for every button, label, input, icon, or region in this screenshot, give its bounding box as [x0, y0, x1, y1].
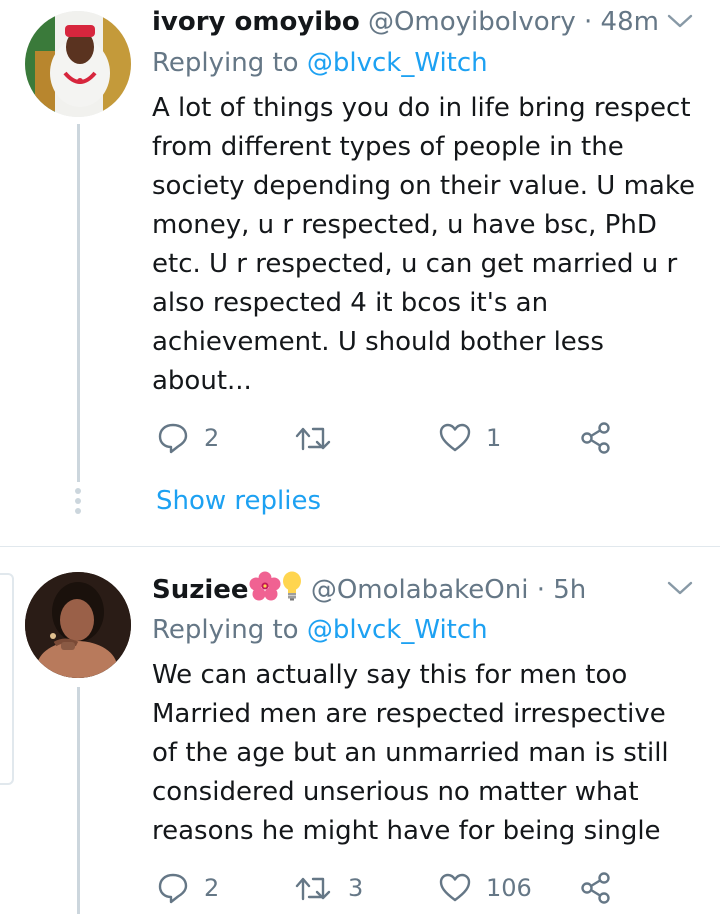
- tweet-text-line: reasons he might have for being single: [152, 816, 661, 846]
- tweet-actions: 2 1: [156, 418, 626, 458]
- retweet-icon: [295, 427, 331, 451]
- chevron-down-icon[interactable]: [666, 578, 694, 598]
- tweet-text-line: A lot of things you do in life bring res…: [152, 93, 691, 123]
- separator-dot: ·: [584, 7, 593, 37]
- hibiscus-icon: [249, 571, 281, 610]
- tweet-text-line: achievement. U should bother less: [152, 327, 604, 357]
- replying-to: Replying to @blvck_Witch: [152, 613, 488, 647]
- timestamp[interactable]: 48m: [601, 7, 659, 37]
- like-count: 106: [486, 874, 532, 902]
- tweet-text-line: Married men are respected irrespective: [152, 699, 666, 729]
- retweet-count: 3: [348, 874, 364, 902]
- retweet-button[interactable]: [294, 418, 348, 458]
- user-handle[interactable]: @OmolabakeOni: [311, 575, 529, 605]
- tweet-text-line: of the age but an unmarried man is still: [152, 738, 669, 768]
- user-handle[interactable]: @OmoyiboIvory: [368, 7, 576, 37]
- tweet-text-line: also respected 4 it bcos it's an: [152, 288, 549, 318]
- avatar-suziee[interactable]: [25, 572, 131, 678]
- avatar-image: [25, 572, 131, 678]
- tweet-text: We can actually say this for men too Mar…: [152, 656, 712, 851]
- tweet-text: A lot of things you do in life bring res…: [152, 89, 712, 401]
- replying-to-label: Replying to: [152, 615, 299, 645]
- reply-button[interactable]: 2: [156, 418, 219, 458]
- share-button[interactable]: [580, 418, 612, 458]
- tweet-1[interactable]: ivory omoyibo @OmoyiboIvory · 48m Replyi…: [0, 0, 720, 546]
- thread-line: [77, 124, 80, 482]
- share-icon: [581, 422, 610, 454]
- reply-count: 2: [204, 874, 220, 902]
- tweet-text-line: We can actually say this for men too: [152, 660, 628, 690]
- tweet-header: ivory omoyibo @OmoyiboIvory · 48m: [152, 5, 659, 39]
- tweet-text-line: from different types of people in the: [152, 132, 624, 162]
- reply-icon: [158, 423, 188, 454]
- reply-icon: [158, 873, 188, 904]
- tweet-text-line: about...: [152, 366, 252, 396]
- lightbulb-icon: [281, 571, 303, 610]
- thread-line: [77, 687, 80, 914]
- retweet-icon: [295, 877, 331, 901]
- retweet-button[interactable]: 3: [294, 868, 363, 908]
- tweet-text-line: money, u r respected, u have bsc, PhD: [152, 210, 657, 240]
- thread-more-dots: [75, 488, 81, 518]
- tweet-text-line: etc. U r respected, u can get married u …: [152, 249, 678, 279]
- timestamp[interactable]: 5h: [553, 575, 586, 605]
- replying-to: Replying to @blvck_Witch: [152, 46, 488, 80]
- share-button[interactable]: [580, 868, 612, 908]
- display-name[interactable]: ivory omoyibo: [152, 7, 360, 37]
- share-icon: [581, 872, 610, 904]
- tweet-text-line: society depending on their value. U make: [152, 171, 695, 201]
- replying-to-mention[interactable]: @blvck_Witch: [307, 48, 488, 78]
- like-count: 1: [486, 424, 502, 452]
- replying-to-label: Replying to: [152, 48, 299, 78]
- reply-count: 2: [204, 424, 220, 452]
- conversation-bracket: [0, 573, 14, 785]
- separator-dot: ·: [536, 575, 545, 605]
- avatar-image: [25, 11, 131, 117]
- avatar-ivory-omoyibo[interactable]: [25, 11, 131, 117]
- replying-to-mention[interactable]: @blvck_Witch: [307, 615, 488, 645]
- tweet-actions: 2 3 106: [156, 868, 626, 908]
- reply-button[interactable]: 2: [156, 868, 219, 908]
- display-name[interactable]: Suziee: [152, 575, 249, 605]
- tweet-text-line: considered unserious no matter what: [152, 777, 639, 807]
- chevron-down-icon[interactable]: [666, 11, 694, 31]
- heart-icon: [439, 873, 471, 902]
- like-button[interactable]: 106: [438, 868, 532, 908]
- heart-icon: [439, 423, 471, 452]
- show-replies-link[interactable]: Show replies: [156, 484, 321, 518]
- like-button[interactable]: 1: [438, 418, 501, 458]
- tweet-header: Suziee @OmolabakeOni · 5h: [152, 571, 586, 610]
- tweet-2[interactable]: Suziee @OmolabakeOni · 5h Replying to @b…: [0, 547, 720, 914]
